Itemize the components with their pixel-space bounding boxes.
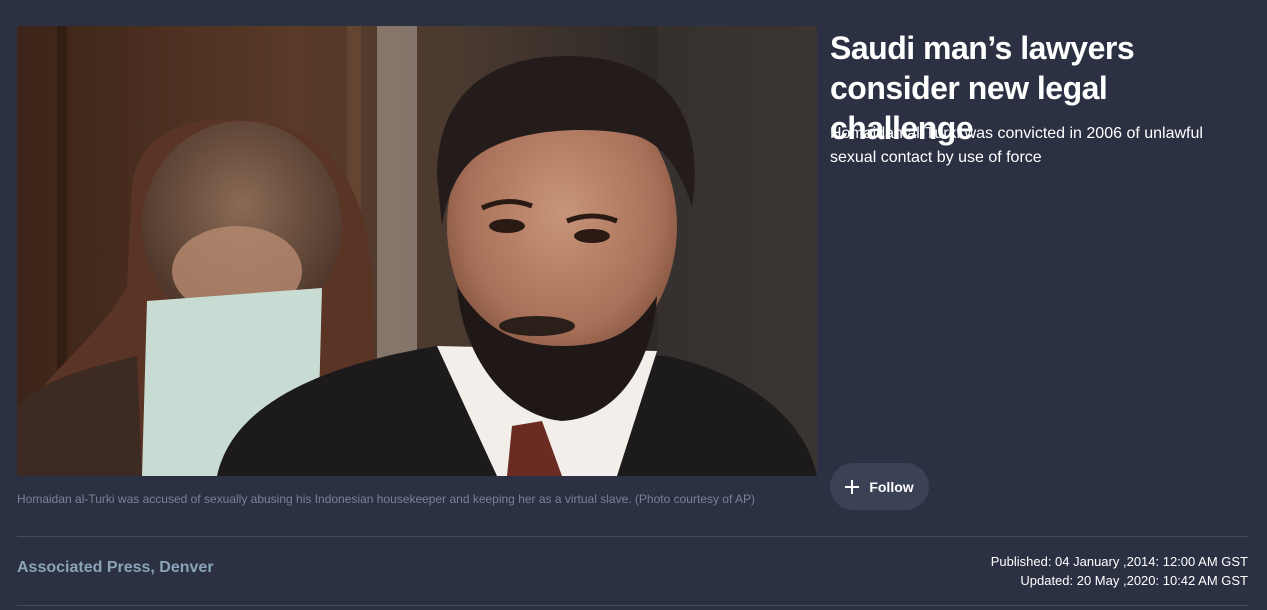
updated-date: Updated: 20 May ,2020: 10:42 AM GST (1020, 573, 1248, 588)
divider (17, 536, 1248, 537)
follow-button[interactable]: Follow (830, 463, 929, 510)
published-date: Published: 04 January ,2014: 12:00 AM GS… (990, 554, 1248, 569)
subheadline: Homaidan al-Turki was convicted in 2006 … (830, 125, 1203, 166)
article-photo (17, 26, 817, 476)
article-dates: Published: 04 January ,2014: 12:00 AM GS… (991, 552, 1248, 590)
byline[interactable]: Associated Press, Denver (17, 559, 214, 577)
image-caption: Homaidan al-Turki was accused of sexuall… (17, 492, 755, 506)
plus-icon (845, 479, 860, 494)
follow-label: Follow (869, 478, 914, 495)
divider (17, 605, 1248, 606)
article-header: Homaidan al-Turki was accused of sexuall… (0, 0, 1267, 610)
